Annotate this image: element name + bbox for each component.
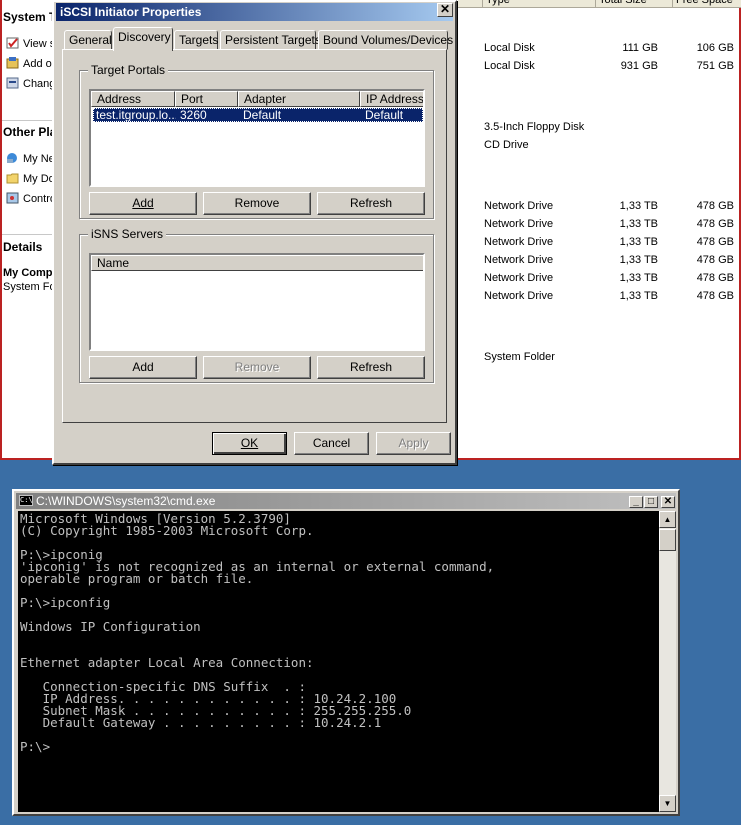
portal-add-button[interactable]: Add [89,192,197,215]
isns-refresh-button[interactable]: Refresh [317,356,425,379]
column-header-port[interactable]: Port [175,91,238,107]
drive-row[interactable]: CD Drive [484,139,740,155]
isns-servers-group: iSNS Servers Name Add Remove Refresh [79,227,434,383]
portal-address: test.itgroup.lo... [96,109,176,121]
column-header-total-size[interactable]: Total Size [595,0,647,8]
console-line: Ethernet adapter Local Area Connection: [20,655,314,670]
cmd-title: C:\WINDOWS\system32\cmd.exe [36,494,216,508]
column-header-bar: Type Total Size Free Space [458,0,741,8]
details-name: My Comp [3,267,53,279]
task-pane: System T View s Add o Chang Other Pla My… [2,0,54,458]
drive-row[interactable]: Network Drive 1,33 TB 478 GB [484,290,740,306]
other-places-title[interactable]: Other Pla [3,125,53,139]
console-line: Windows IP Configuration [20,619,201,634]
target-portal-row[interactable]: test.itgroup.lo... 3260 Default Default [93,108,423,122]
portal-port: 3260 [180,109,207,121]
cancel-button[interactable]: Cancel [294,432,369,455]
portal-ip-address: Default [365,109,404,121]
portal-adapter: Default [243,109,282,121]
console-prompt: P:\> [20,739,51,754]
divider [2,234,53,235]
console-line: P:\>ipconfig [20,595,111,610]
drive-row[interactable]: Network Drive 1,33 TB 478 GB [484,218,740,234]
console-line: (C) Copyright 1985-2003 Microsoft Corp. [20,523,314,538]
place-my-documents[interactable]: My Do [6,172,53,185]
divider [2,120,53,121]
isns-add-button[interactable]: Add [89,356,197,379]
tab-discovery[interactable]: Discovery [113,27,173,51]
column-header-address[interactable]: Address [91,91,175,107]
apply-button: Apply [376,432,451,455]
isns-servers-list[interactable]: Name [89,253,425,351]
dialog-title: iSCSI Initiator Properties [60,5,202,19]
isns-servers-label: iSNS Servers [88,227,167,241]
portal-remove-button[interactable]: Remove [203,192,311,215]
drive-row[interactable]: Network Drive 1,33 TB 478 GB [484,254,740,270]
details-title[interactable]: Details [3,240,42,254]
tab-general[interactable]: General [64,30,112,50]
discovery-tab-panel: Target Portals Address Port Adapter IP A… [62,49,447,423]
console-output[interactable]: Microsoft Windows [Version 5.2.3790] (C)… [18,511,659,812]
add-remove-icon [6,57,19,69]
place-control-panel[interactable]: Contro [6,192,53,205]
drive-row[interactable]: Network Drive 1,33 TB 478 GB [484,236,740,252]
tab-bound-volumes-devices[interactable]: Bound Volumes/Devices [318,30,453,50]
scroll-up-icon: ▲ [663,515,672,524]
maximize-icon: □ [647,496,655,507]
settings-icon [6,77,19,89]
cmd-icon: C:\ [19,495,33,506]
dialog-title-bar[interactable]: iSCSI Initiator Properties [56,3,453,21]
drive-row[interactable]: 3.5-Inch Floppy Disk [484,121,740,137]
close-icon: ✕ [663,496,673,507]
minimize-button[interactable]: _ [629,496,643,508]
folder-icon [6,172,19,184]
ok-button[interactable]: OK [212,432,287,455]
iscsi-initiator-dialog: iSCSI Initiator Properties ✕ General Dis… [52,0,457,465]
task-change-setting[interactable]: Chang [6,77,53,90]
drive-row[interactable]: System Folder [484,351,740,367]
vertical-scrollbar[interactable]: ▲ ▼ [659,511,676,812]
place-my-network[interactable]: My Ne [6,152,53,165]
portal-refresh-button[interactable]: Refresh [317,192,425,215]
drive-row[interactable]: Network Drive 1,33 TB 478 GB [484,272,740,288]
column-header-free-space[interactable]: Free Space [672,0,733,8]
task-view-system-info[interactable]: View s [6,37,53,50]
network-icon [6,152,19,164]
check-icon [6,37,19,49]
scroll-down-button[interactable]: ▼ [659,795,676,812]
control-panel-icon [6,192,19,204]
target-portals-list[interactable]: Address Port Adapter IP Address test.itg… [89,89,425,187]
isns-remove-button: Remove [203,356,311,379]
tab-targets[interactable]: Targets [174,30,218,50]
minimize-icon: _ [633,496,639,507]
scroll-up-button[interactable]: ▲ [659,511,676,528]
tab-persistent-targets[interactable]: Persistent Targets [220,30,321,50]
close-button[interactable]: ✕ [661,496,675,508]
target-portals-group: Target Portals Address Port Adapter IP A… [79,63,434,219]
console-line: Default Gateway . . . . . . . . . : 10.2… [20,715,382,730]
target-portals-label: Target Portals [88,63,169,77]
close-button[interactable]: ✕ [437,3,453,17]
scrollbar-thumb[interactable] [659,529,676,551]
task-add-remove-programs[interactable]: Add o [6,57,52,70]
close-icon: ✕ [439,2,451,16]
column-header-adapter[interactable]: Adapter [238,91,360,107]
column-header-name[interactable]: Name [91,255,423,271]
drive-row[interactable]: Local Disk 931 GB 751 GB [484,60,740,76]
maximize-button[interactable]: □ [644,496,658,508]
console-line: operable program or batch file. [20,571,254,586]
details-type: System Fol [3,281,54,293]
cmd-title-bar[interactable]: C:\ C:\WINDOWS\system32\cmd.exe _ □ ✕ [16,493,676,509]
drive-row[interactable]: Local Disk 111 GB 106 GB [484,42,740,58]
column-header-ip-address[interactable]: IP Address [360,91,423,107]
cmd-window: C:\ C:\WINDOWS\system32\cmd.exe _ □ ✕ Mi… [12,489,680,816]
drive-row[interactable]: Network Drive 1,33 TB 478 GB [484,200,740,216]
column-header-type[interactable]: Type [482,0,510,8]
system-tasks-title[interactable]: System T [3,10,53,24]
scroll-down-icon: ▼ [663,799,672,808]
